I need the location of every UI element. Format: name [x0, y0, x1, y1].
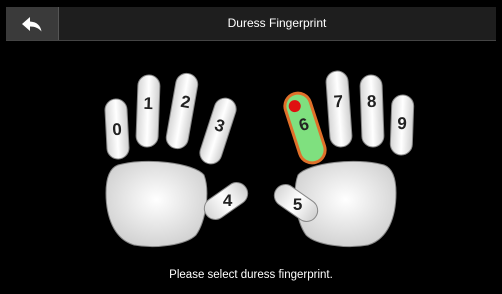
finger-0[interactable]: 0	[104, 98, 130, 160]
screen: Duress Fingerprint 0 1 2 3 4 5 6 7 8 9 P…	[6, 7, 496, 290]
finger-9-label: 9	[397, 114, 407, 133]
finger-2[interactable]: 2	[165, 72, 200, 151]
back-arrow-icon	[22, 16, 42, 31]
instruction-text: Please select duress fingerprint.	[169, 269, 333, 281]
finger-1[interactable]: 1	[135, 74, 161, 148]
left-palm	[105, 160, 208, 248]
finger-8[interactable]: 8	[359, 74, 385, 148]
back-button[interactable]	[6, 7, 59, 40]
hands-area: 0 1 2 3 4 5 6 7 8 9	[6, 41, 496, 261]
finger-1-label: 1	[143, 94, 153, 113]
page-title: Duress Fingerprint	[227, 16, 327, 30]
finger-7-label: 7	[333, 92, 344, 112]
finger-5-label: 5	[293, 195, 302, 214]
finger-4[interactable]: 4	[200, 178, 252, 224]
finger-7[interactable]: 7	[325, 70, 353, 148]
finger-0-label: 0	[112, 120, 122, 139]
finger-8-label: 8	[367, 92, 377, 111]
finger-4-label: 4	[223, 191, 233, 210]
finger-6[interactable]: 6	[282, 90, 329, 167]
title-bar: Duress Fingerprint	[6, 7, 496, 41]
finger-3[interactable]: 3	[197, 95, 239, 166]
finger-9[interactable]: 9	[389, 94, 415, 156]
